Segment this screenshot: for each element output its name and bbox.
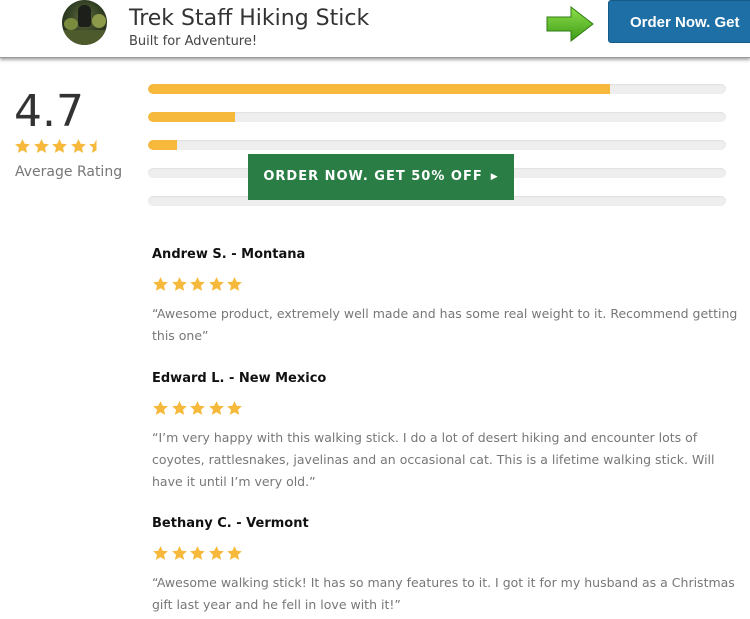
star-icon xyxy=(70,139,86,153)
review-item: Andrew S. - Montana “Awesome product, ex… xyxy=(152,247,742,347)
product-avatar xyxy=(62,0,107,45)
star-icon xyxy=(190,546,205,560)
caret-right-icon: ▶ xyxy=(490,172,499,182)
star-icon xyxy=(208,277,224,291)
review-item: Bethany C. - Vermont “Awesome walking st… xyxy=(152,516,742,616)
review-text: “I’m very happy with this walking stick.… xyxy=(152,430,715,489)
page-title: Trek Staff Hiking Stick xyxy=(129,6,370,31)
star-icon xyxy=(190,401,205,415)
rating-bar xyxy=(148,112,726,122)
order-now-discount-button[interactable]: ORDER NOW. GET 50% OFF ▶ xyxy=(248,154,514,200)
star-icon xyxy=(153,546,168,560)
page-subtitle: Built for Adventure! xyxy=(129,34,258,49)
star-icon xyxy=(89,139,104,153)
review-stars xyxy=(152,276,742,294)
review-stars xyxy=(152,400,742,418)
rating-bar-fill xyxy=(148,112,235,122)
reviewer-name: Edward L. - New Mexico xyxy=(152,371,327,386)
star-icon xyxy=(15,139,30,153)
reviewer-name: Bethany C. - Vermont xyxy=(152,516,309,531)
review-item: Edward L. - New Mexico “I’m very happy w… xyxy=(152,371,742,493)
star-icon xyxy=(190,277,205,291)
order-now-top-button[interactable]: Order Now. Get xyxy=(608,0,750,43)
star-icon xyxy=(171,401,187,415)
review-text: “Awesome product, extremely well made an… xyxy=(152,306,738,343)
star-icon xyxy=(33,139,49,153)
star-icon xyxy=(208,546,224,560)
rating-bar-fill xyxy=(148,84,611,94)
average-rating-label: Average Rating xyxy=(15,164,123,180)
star-icon xyxy=(153,277,168,291)
star-icon xyxy=(171,277,187,291)
star-icon xyxy=(208,401,224,415)
rating-bar xyxy=(148,84,726,94)
rating-bar xyxy=(148,140,726,150)
star-icon xyxy=(227,546,242,560)
average-rating-value: 4.7 xyxy=(14,86,84,137)
star-icon xyxy=(227,277,242,291)
reviewer-name: Andrew S. - Montana xyxy=(152,247,306,262)
star-icon xyxy=(52,139,67,153)
star-icon xyxy=(171,546,187,560)
review-stars xyxy=(152,545,742,563)
header: Trek Staff Hiking Stick Built for Advent… xyxy=(0,0,750,58)
review-text: “Awesome walking stick! It has so many f… xyxy=(152,575,735,612)
star-icon xyxy=(227,401,242,415)
star-icon xyxy=(153,401,168,415)
average-rating-stars xyxy=(14,138,107,156)
right-arrow-icon xyxy=(546,5,594,43)
order-now-discount-label: ORDER NOW. GET 50% OFF xyxy=(263,169,483,184)
rating-bar-fill xyxy=(148,140,177,150)
